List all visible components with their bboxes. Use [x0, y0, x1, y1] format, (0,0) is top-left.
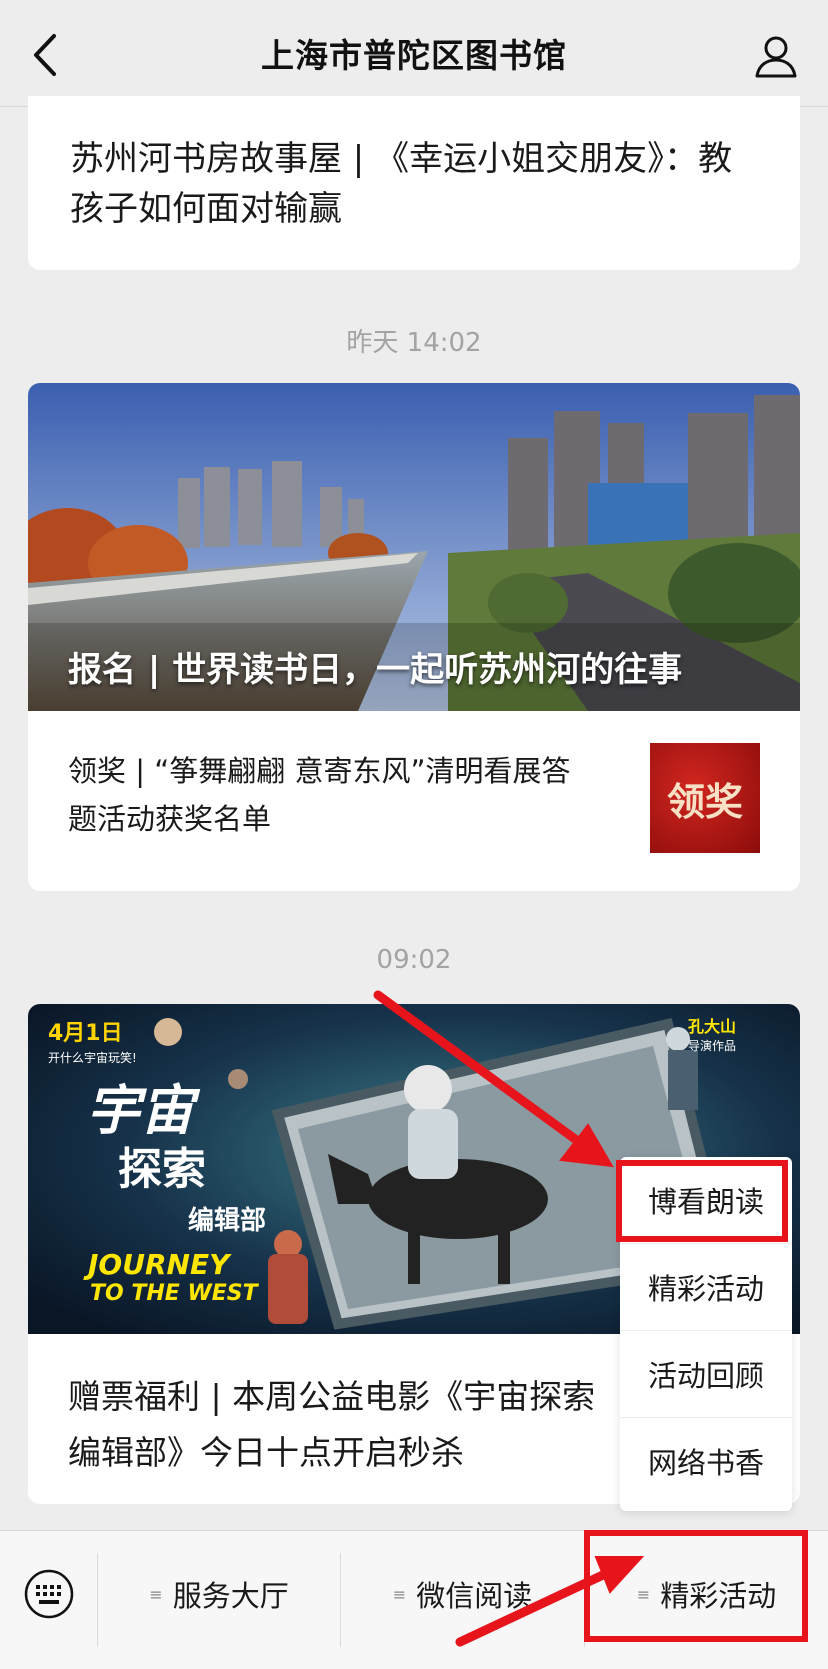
- poster-date: 4月1日: [48, 1021, 123, 1046]
- submenu-item-online-books[interactable]: 网络书香: [620, 1418, 792, 1504]
- submenu-item-events[interactable]: 精彩活动: [620, 1244, 792, 1331]
- nav-bar: 上海市普陀区图书馆: [0, 0, 828, 107]
- poster-tagline: 开什么宇宙玩笑!: [48, 1050, 137, 1065]
- article-card[interactable]: 报名 | 世界读书日，一起听苏州河的往事 领奖 | “筝舞翩翩 意寄东风”清明看…: [28, 383, 800, 891]
- thumbnail-text: 领奖: [666, 779, 743, 824]
- poster-english-line2: TO THE WEST: [90, 1281, 260, 1306]
- poster-title-line3: 编辑部: [188, 1205, 266, 1236]
- poster-title-line2: 探索: [118, 1144, 206, 1195]
- highlight-box-tab: [584, 1530, 808, 1642]
- user-icon[interactable]: [754, 34, 798, 78]
- submenu-item-review[interactable]: 活动回顾: [620, 1331, 792, 1418]
- keyboard-icon[interactable]: [24, 1569, 74, 1619]
- article-card[interactable]: 苏州河书房故事屋 | 《幸运小姐交朋友》：教孩子如何面对输赢: [28, 96, 800, 270]
- page-title: 上海市普陀区图书馆: [261, 36, 567, 75]
- article-thumbnail[interactable]: 领奖: [650, 743, 760, 853]
- menu-lines-icon: ≡: [149, 1584, 163, 1604]
- poster-title-line1: 宇宙: [86, 1079, 201, 1142]
- article-cover-title: 报名 | 世界读书日，一起听苏州河的往事: [68, 650, 683, 690]
- chevron-left-icon[interactable]: [26, 30, 66, 80]
- message-timestamp: 昨天 14:02: [346, 328, 482, 358]
- article-title[interactable]: 苏州河书房故事屋 | 《幸运小姐交朋友》：教孩子如何面对输赢: [70, 134, 760, 234]
- message-timestamp: 09:02: [376, 945, 452, 975]
- poster-director-note: 导演作品: [688, 1038, 736, 1053]
- article-subtitle[interactable]: 领奖 | “筝舞翩翩 意寄东风”清明看展答题活动获奖名单: [68, 747, 598, 843]
- article-subtitle[interactable]: 赠票福利 | 本周公益电影《宇宙探索编辑部》今日十点开启秒杀: [68, 1369, 628, 1481]
- menu-tab-wechat-reading[interactable]: ≡ 微信阅读: [341, 1561, 584, 1627]
- highlight-box-submenu: [616, 1160, 788, 1242]
- menu-lines-icon: ≡: [392, 1584, 407, 1604]
- article-cover-image[interactable]: 报名 | 世界读书日，一起听苏州河的往事: [28, 383, 800, 711]
- menu-tab-label: 微信阅读: [416, 1579, 533, 1613]
- menu-tab-label: 服务大厅: [172, 1579, 289, 1613]
- poster-director: 孔大山: [688, 1017, 736, 1036]
- menu-tab-service-hall[interactable]: ≡ 服务大厅: [98, 1561, 340, 1627]
- poster-english-line1: JOURNEY: [83, 1248, 232, 1281]
